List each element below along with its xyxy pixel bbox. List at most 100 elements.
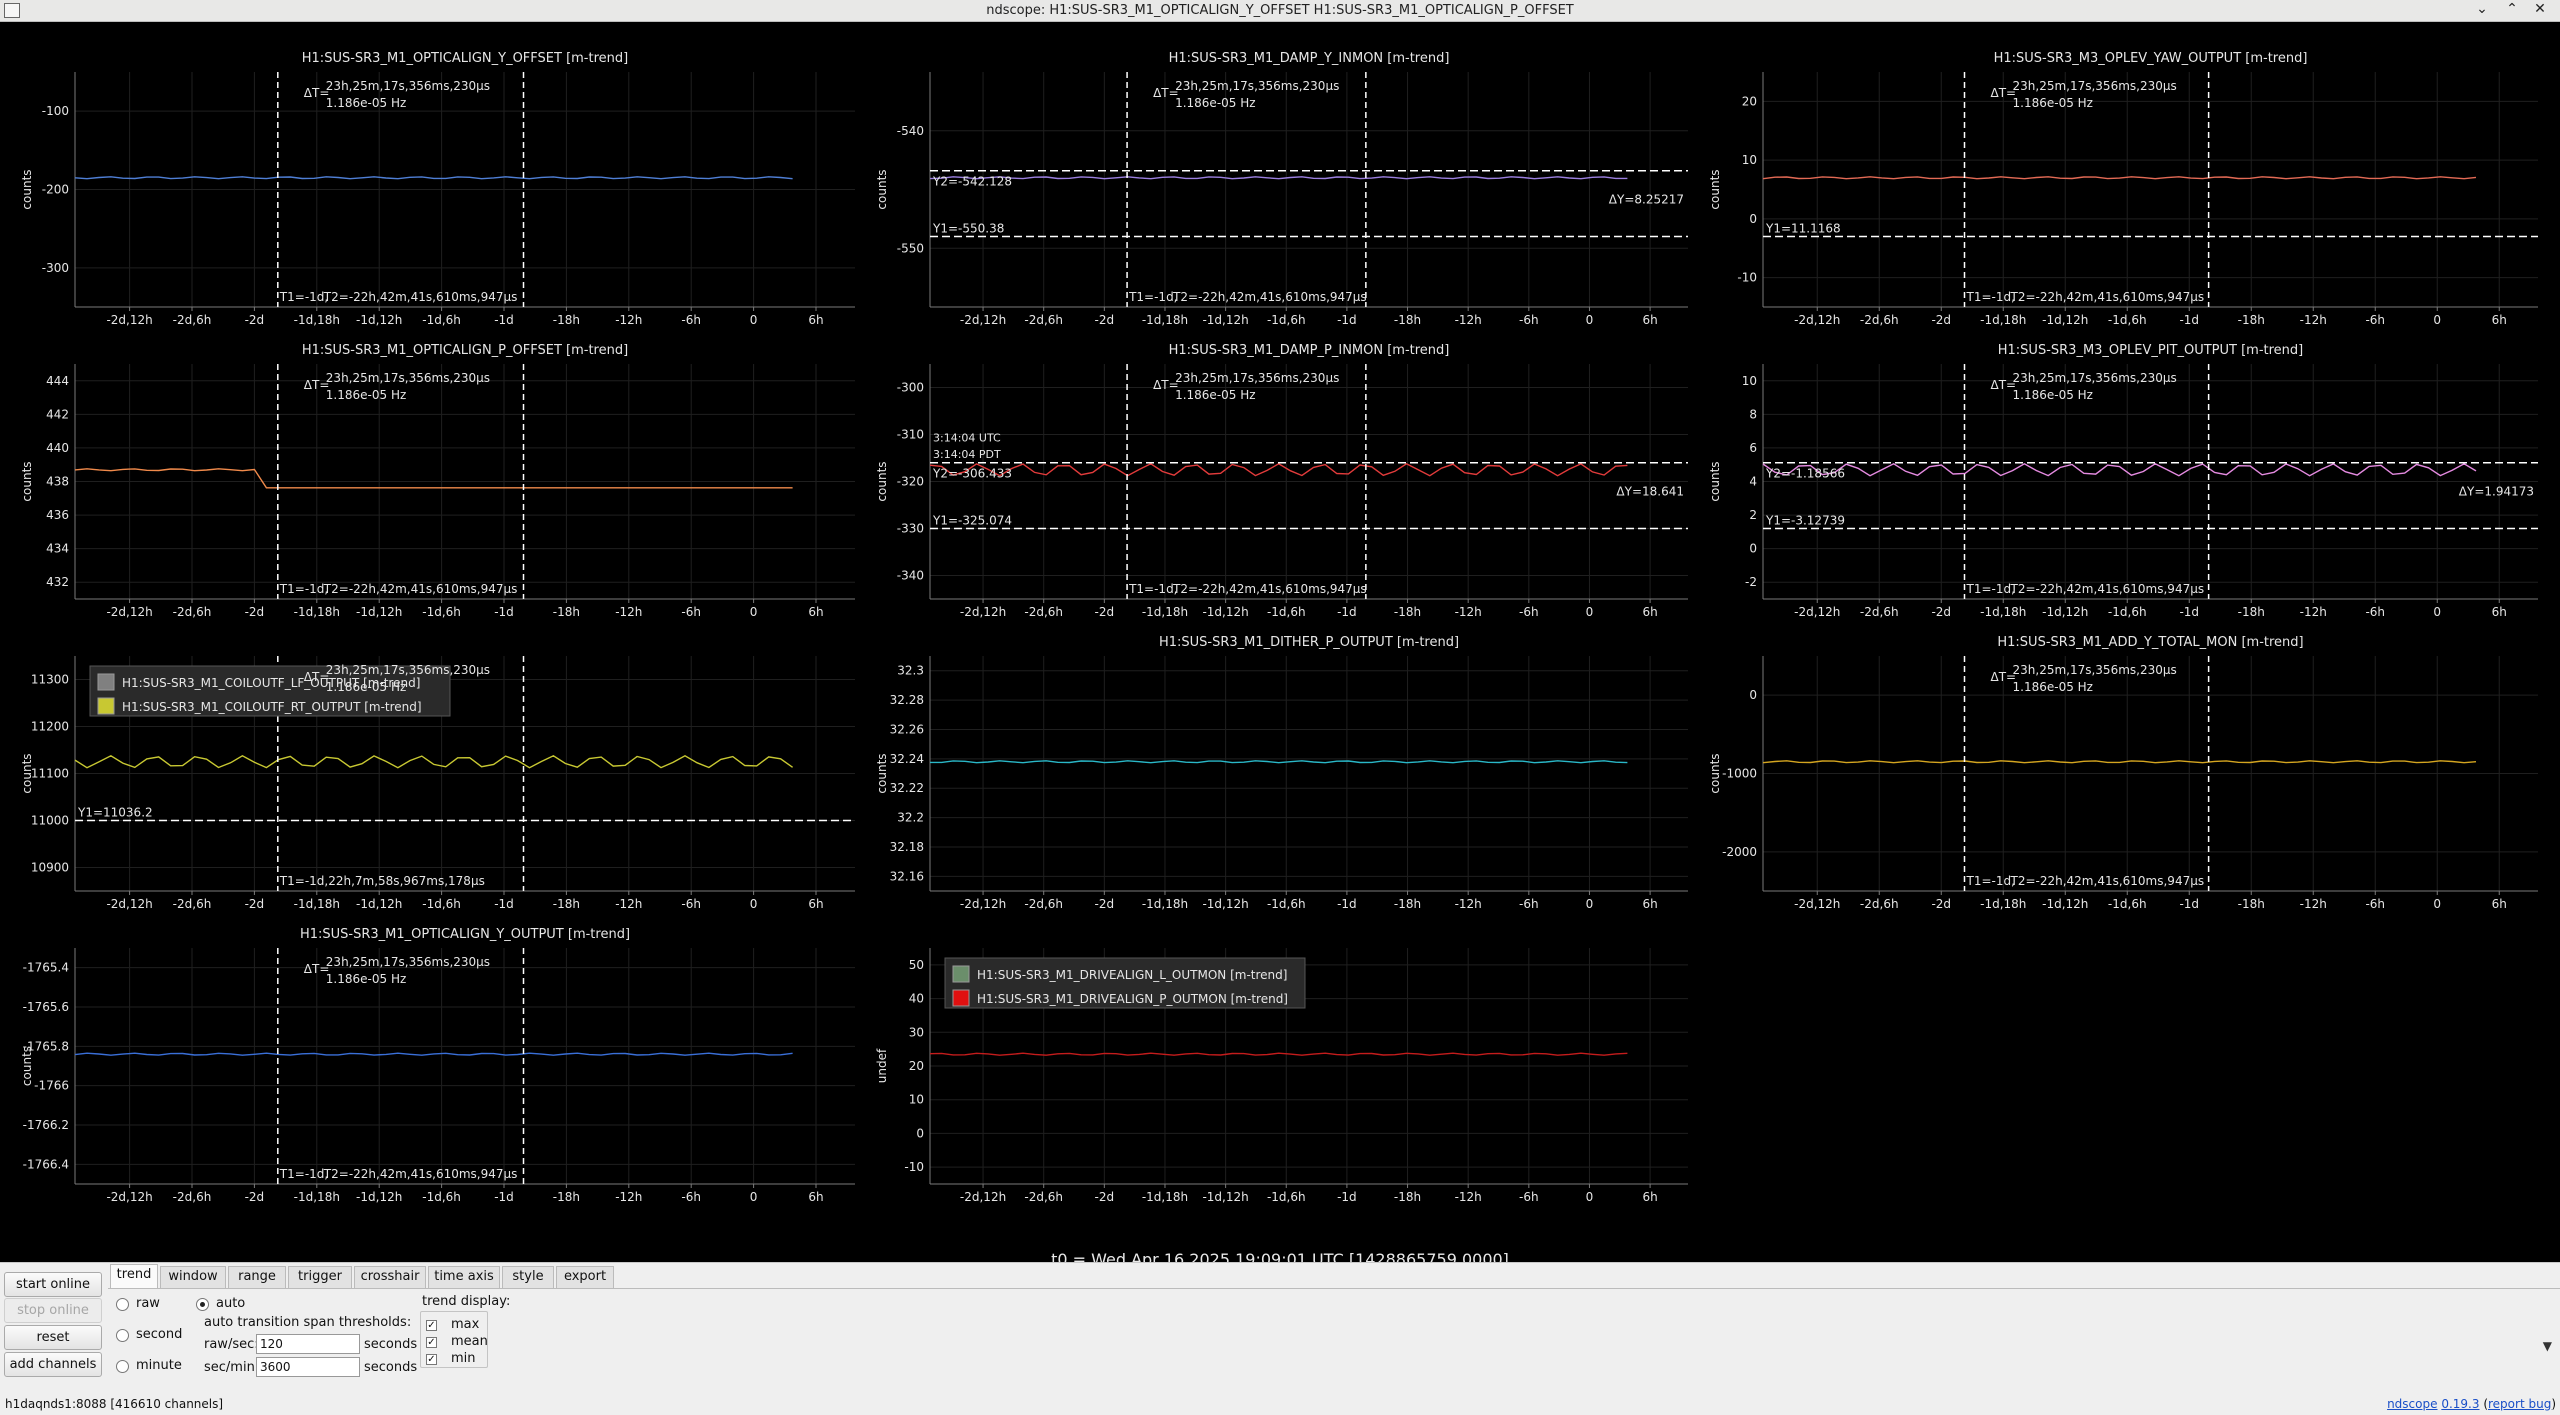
- legend-entry: H1:SUS-SR3_M1_DRIVEALIGN_P_OUTMON [m-tre…: [977, 992, 1288, 1006]
- x-tick-label: -1d: [494, 605, 514, 619]
- raw-sec-input[interactable]: 120: [256, 1334, 360, 1354]
- x-tick-label: -6h: [1519, 897, 1539, 911]
- hover-utc-label: 3:14:04 UTC: [933, 432, 1001, 445]
- x-tick-label: -2d,6h: [1024, 313, 1063, 327]
- x-tick-label: -2d,12h: [106, 897, 152, 911]
- t1-label: T1=-1d,22h,7m,58s,967ms,178μs: [279, 874, 485, 888]
- tab-time-axis[interactable]: time axis: [428, 1266, 500, 1288]
- minimize-icon[interactable]: ⌄: [2472, 1, 2492, 17]
- x-tick-label: -2d: [1095, 897, 1115, 911]
- checkbox-max[interactable]: ✓: [426, 1320, 437, 1331]
- add-channels-button[interactable]: add channels: [4, 1352, 102, 1377]
- x-tick-label: -2d,6h: [1860, 313, 1899, 327]
- tab-export[interactable]: export: [556, 1266, 614, 1288]
- y-axis-label: undef: [875, 1048, 889, 1083]
- x-tick-label: -12h: [1455, 1190, 1482, 1204]
- plot-2: [929, 72, 1688, 311]
- trend-tab-panel: raw second minute auto auto transition s…: [108, 1288, 2560, 1402]
- x-tick-label: -1d,18h: [1142, 897, 1188, 911]
- t2-label: T2=-22h,42m,41s,610ms,947μs: [2010, 290, 2205, 304]
- x-tick-label: 6h: [1642, 1190, 1657, 1204]
- x-tick-label: -1d: [2179, 313, 2199, 327]
- t1-label: T1=-1d,: [279, 582, 328, 596]
- radio-raw[interactable]: [116, 1298, 129, 1311]
- t1-label: T1=-1d,: [1966, 582, 2015, 596]
- close-icon[interactable]: ✕: [2530, 1, 2550, 17]
- legend-swatch: [97, 673, 115, 691]
- t1-label: T1=-1d,: [1966, 874, 2015, 888]
- plot-canvas[interactable]: -100-200-300-2d,12h -2d,6h -2d -1d,18h -1d,1…: [0, 22, 2560, 1262]
- checkbox-min[interactable]: ✓: [426, 1354, 437, 1365]
- x-tick-label: -1d,12h: [2042, 605, 2088, 619]
- delta-t-time: 23h,25m,17s,356ms,230μs: [1175, 79, 1339, 93]
- x-tick-label: -12h: [2300, 313, 2327, 327]
- y-tick-label: 10: [909, 1093, 924, 1107]
- t2-label: T2=-22h,42m,41s,610ms,947μs: [323, 1167, 518, 1181]
- x-tick-label: 0: [1586, 897, 1594, 911]
- x-tick-label: -6h: [2365, 897, 2385, 911]
- delta-t-time: 23h,25m,17s,356ms,230μs: [1175, 371, 1339, 385]
- y-axis-label: counts: [20, 461, 34, 501]
- start-online-button[interactable]: start online: [4, 1272, 102, 1297]
- radio-minute[interactable]: [116, 1360, 129, 1373]
- delta-t-time: 23h,25m,17s,356ms,230μs: [326, 955, 490, 969]
- reset-button[interactable]: reset: [4, 1325, 102, 1350]
- window-title: ndscope: H1:SUS-SR3_M1_OPTICALIGN_Y_OFFS…: [986, 3, 1574, 18]
- x-tick-label: -1d,6h: [1267, 605, 1306, 619]
- sec-min-unit: seconds: [364, 1360, 418, 1375]
- sec-min-input[interactable]: 3600: [256, 1357, 360, 1377]
- version-link[interactable]: 0.19.3: [2441, 1397, 2479, 1411]
- ndscope-link[interactable]: ndscope: [2387, 1397, 2437, 1411]
- tab-crosshair[interactable]: crosshair: [354, 1266, 426, 1288]
- raw-sec-label: raw/sec:: [204, 1337, 259, 1352]
- plot-title: H1:SUS-SR3_M1_OPTICALIGN_Y_OFFSET [m-tre…: [302, 51, 628, 66]
- x-tick-label: -1d: [2179, 605, 2199, 619]
- x-tick-label: -1d,6h: [2108, 605, 2147, 619]
- x-tick-label: -1d,12h: [2042, 313, 2088, 327]
- tab-trend[interactable]: trend: [110, 1264, 158, 1288]
- tab-range[interactable]: range: [228, 1266, 286, 1288]
- y-tick-label: -300: [897, 381, 924, 395]
- sec-min-label: sec/min:: [204, 1360, 260, 1375]
- tab-window[interactable]: window: [160, 1266, 226, 1288]
- t2-label: T2=-22h,42m,41s,610ms,947μs: [323, 290, 518, 304]
- x-tick-label: -2d,6h: [173, 313, 212, 327]
- x-tick-label: -18h: [1394, 605, 1421, 619]
- checkbox-mean-label: mean: [451, 1334, 488, 1349]
- x-tick-label: -2d,12h: [1794, 313, 1840, 327]
- x-tick-label: 6h: [2492, 605, 2507, 619]
- x-tick-label: -12h: [1455, 313, 1482, 327]
- y-axis-label: counts: [875, 461, 889, 501]
- x-tick-label: -6h: [681, 897, 701, 911]
- delta-t-time: 23h,25m,17s,356ms,230μs: [2013, 663, 2177, 677]
- t1-label: T1=-1d,: [279, 1167, 328, 1181]
- x-tick-label: -2d,12h: [106, 1190, 152, 1204]
- tab-trigger[interactable]: trigger: [288, 1266, 352, 1288]
- x-tick-label: -2d: [1095, 605, 1115, 619]
- checkbox-min-label: min: [451, 1351, 476, 1366]
- y-tick-label: -2000: [1722, 845, 1757, 859]
- x-tick-label: -2d: [1095, 1190, 1115, 1204]
- y2-label: Y2=-306.433: [932, 467, 1012, 481]
- x-tick-label: -1d: [494, 313, 514, 327]
- title-bar: ndscope: H1:SUS-SR3_M1_OPTICALIGN_Y_OFFS…: [0, 0, 2560, 22]
- x-tick-label: -12h: [1455, 897, 1482, 911]
- y-tick-label: -1766.4: [23, 1157, 69, 1171]
- y-tick-label: 32.26: [890, 722, 924, 736]
- maximize-icon[interactable]: ⌃: [2502, 1, 2522, 17]
- x-tick-label: -1d,18h: [294, 605, 340, 619]
- plot-area[interactable]: -100 -200 -300 -2d,12h -2d,6h -2d -1d,18h -1d,1…: [0, 22, 2560, 1269]
- y-tick-label: -200: [42, 183, 69, 197]
- y-tick-label: -1765.4: [23, 961, 69, 975]
- tab-style[interactable]: style: [502, 1266, 554, 1288]
- radio-second[interactable]: [116, 1329, 129, 1342]
- expand-arrow-icon[interactable]: ▼: [2543, 1339, 2552, 1353]
- x-tick-label: -18h: [553, 897, 580, 911]
- y1-label: Y1=-550.38: [932, 222, 1004, 236]
- checkbox-mean[interactable]: ✓: [426, 1337, 437, 1348]
- x-tick-label: -6h: [1519, 313, 1539, 327]
- x-tick-label: -18h: [1394, 313, 1421, 327]
- x-tick-label: -1d: [1337, 313, 1357, 327]
- radio-auto[interactable]: [196, 1298, 209, 1311]
- report-bug-link[interactable]: report bug: [2488, 1397, 2551, 1411]
